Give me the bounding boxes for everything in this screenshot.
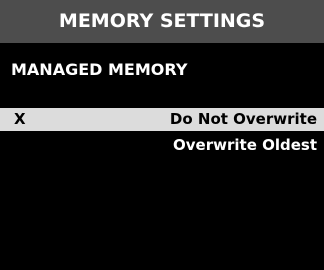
option-overwrite-oldest[interactable]: Overwrite Oldest: [0, 134, 324, 157]
screen-title: MEMORY SETTINGS: [0, 0, 324, 43]
managed-memory-label: MANAGED MEMORY: [11, 60, 188, 79]
selection-marker: X: [14, 110, 26, 128]
option-label: Overwrite Oldest: [173, 136, 317, 154]
option-do-not-overwrite[interactable]: X Do Not Overwrite: [0, 108, 324, 131]
option-label: Do Not Overwrite: [169, 110, 317, 128]
device-screen: MEMORY SETTINGS MANAGED MEMORY X Do Not …: [0, 0, 324, 270]
